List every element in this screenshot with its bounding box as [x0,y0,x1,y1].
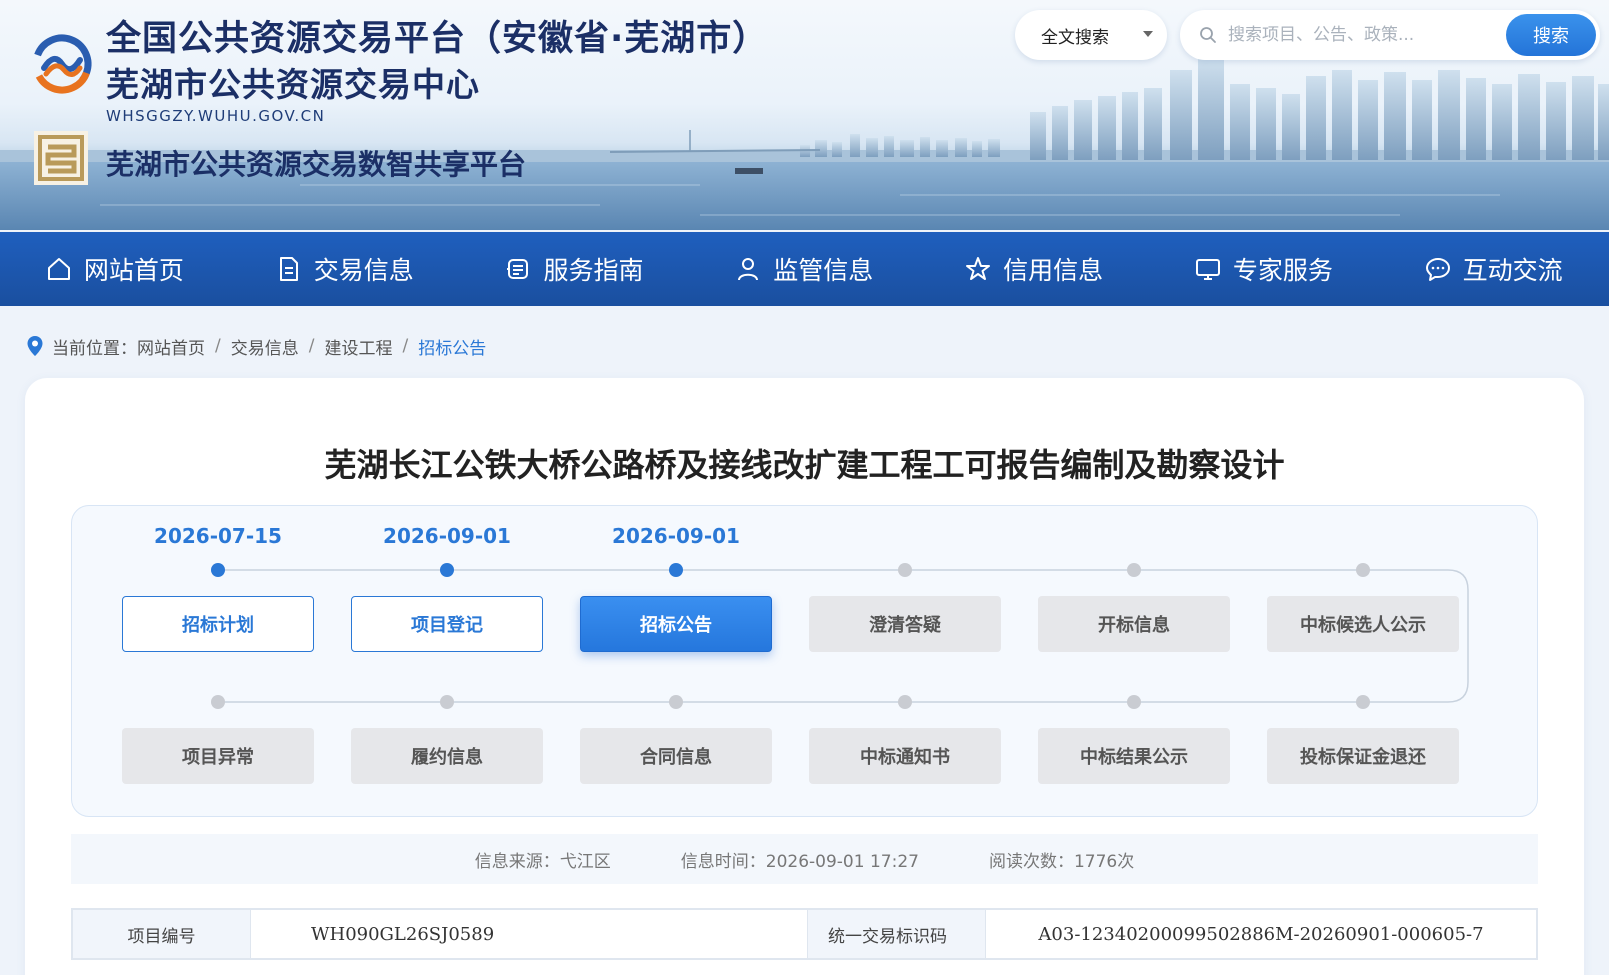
project-number-label: 项目编号 [73,910,251,958]
step-dot-pending [440,695,454,709]
share-platform-logo-icon [34,131,88,185]
nav-item-credit[interactable]: 信用信息 [919,232,1149,306]
process-flow: 2026-07-15 2026-09-01 2026-09-01 招标计划 项目… [71,505,1538,817]
view-count: 阅读次数：1776次 [988,851,1135,872]
step-dot-pending [898,563,912,577]
info-source: 信息来源：弋江区 [474,851,611,872]
breadcrumb: 当前位置： 网站首页 / 交易信息 / 建设工程 / 招标公告 [26,333,486,359]
page-title: 芜湖长江公铁大桥公路桥及接线改扩建工程工可报告编制及勘察设计 [324,446,1285,484]
star-icon [966,257,991,280]
trade-code-value: A03-12340200099502886M-20260901-000605-7 [1038,923,1484,945]
step-deposit-refund[interactable]: 投标保证金退还 [1267,728,1459,784]
nav-item-service-guide[interactable]: 服务指南 [460,232,690,306]
nav-item-label: 交易信息 [313,256,414,285]
platform-logo-icon [32,34,92,94]
breadcrumb-prefix: 当前位置： [52,338,137,359]
step-dot-pending [898,695,912,709]
step-contract-info[interactable]: 合同信息 [580,728,772,784]
breadcrumb-current[interactable]: 招标公告 [418,334,486,359]
step-bid-announcement[interactable]: 招标公告 [580,596,772,652]
breadcrumb-separator: / [308,336,315,356]
step-clarification[interactable]: 澄清答疑 [809,596,1001,652]
step-dot-pending [1356,695,1370,709]
main-nav: 网站首页 交易信息 服务指南 监管信息 信用信息 专家服务 互动交流 [0,232,1609,306]
site-domain: WHSGGZY.WUHU.GOV.CN [106,107,326,125]
nav-item-home[interactable]: 网站首页 [0,232,230,306]
nav-item-label: 监管信息 [773,256,874,285]
step-bid-plan[interactable]: 招标计划 [122,596,314,652]
step-dot-pending [211,695,225,709]
step-project-exception[interactable]: 项目异常 [122,728,314,784]
share-platform-title: 芜湖市公共资源交易数智共享平台 [106,148,527,181]
breadcrumb-link-trade-info[interactable]: 交易信息 [231,334,299,359]
guide-icon [507,259,529,279]
caret-down-icon [1143,31,1153,37]
step-dot-pending [669,695,683,709]
nav-item-label: 服务指南 [543,256,644,285]
search-icon [1200,27,1216,43]
step-award-result[interactable]: 中标结果公示 [1038,728,1230,784]
search-type-label: 全文搜索 [1041,27,1109,48]
step-dot-done [211,563,225,577]
step-dot-pending [1127,563,1141,577]
location-pin-icon [27,336,43,356]
project-number-value: WH090GL26SJ0589 [251,910,808,958]
step-dot-done [440,563,454,577]
nav-item-trade-info[interactable]: 交易信息 [230,232,460,306]
project-info-table: 项目编号 WH090GL26SJ0589 统一交易标识码 A03-1234020… [71,908,1538,960]
search-button[interactable]: 搜索 [1506,14,1596,56]
step-date: 2026-07-15 [154,524,282,548]
step-dot-pending [1356,563,1370,577]
user-icon [738,258,759,281]
search-input[interactable] [1228,20,1468,50]
center-title: 芜湖市公共资源交易中心 [106,65,480,104]
nav-item-label: 专家服务 [1232,256,1333,285]
trade-code-label: 统一交易标识码 [808,910,986,958]
nav-item-label: 信用信息 [1003,256,1104,285]
breadcrumb-link-home[interactable]: 网站首页 [137,334,205,359]
chat-icon [1425,258,1450,281]
step-project-registration[interactable]: 项目登记 [351,596,543,652]
breadcrumb-separator: / [215,336,221,356]
search-box: 搜索 [1180,10,1600,60]
nav-item-expert[interactable]: 专家服务 [1149,232,1379,306]
search-type-select[interactable]: 全文搜索 [1015,10,1167,60]
nav-item-supervision[interactable]: 监管信息 [689,232,919,306]
step-dot-pending [1127,695,1141,709]
step-date: 2026-09-01 [383,524,511,548]
monitor-icon [1195,259,1220,280]
step-candidate-publicity[interactable]: 中标候选人公示 [1267,596,1459,652]
platform-title: 全国公共资源交易平台（安徽省·芜湖市） [106,19,769,59]
step-dot-active [669,563,683,577]
step-date: 2026-09-01 [612,524,740,548]
nav-item-interaction[interactable]: 互动交流 [1379,232,1609,306]
page: 全国公共资源交易平台（安徽省·芜湖市） 芜湖市公共资源交易中心 WHSGGZY.… [0,0,1609,975]
breadcrumb-link-construction[interactable]: 建设工程 [324,334,392,359]
step-performance-info[interactable]: 履约信息 [351,728,543,784]
step-award-notice[interactable]: 中标通知书 [809,728,1001,784]
breadcrumb-separator: / [402,336,409,356]
header-banner: 全国公共资源交易平台（安徽省·芜湖市） 芜湖市公共资源交易中心 WHSGGZY.… [0,0,1609,230]
nav-item-label: 互动交流 [1462,256,1563,285]
document-icon [279,257,298,281]
step-bid-opening[interactable]: 开标信息 [1038,596,1230,652]
home-icon [47,258,70,280]
nav-item-label: 网站首页 [83,256,184,285]
info-meta-bar: 信息来源：弋江区 信息时间：2026-09-01 17:27 阅读次数：1776… [71,834,1538,884]
info-time: 信息时间：2026-09-01 17:27 [680,851,919,872]
